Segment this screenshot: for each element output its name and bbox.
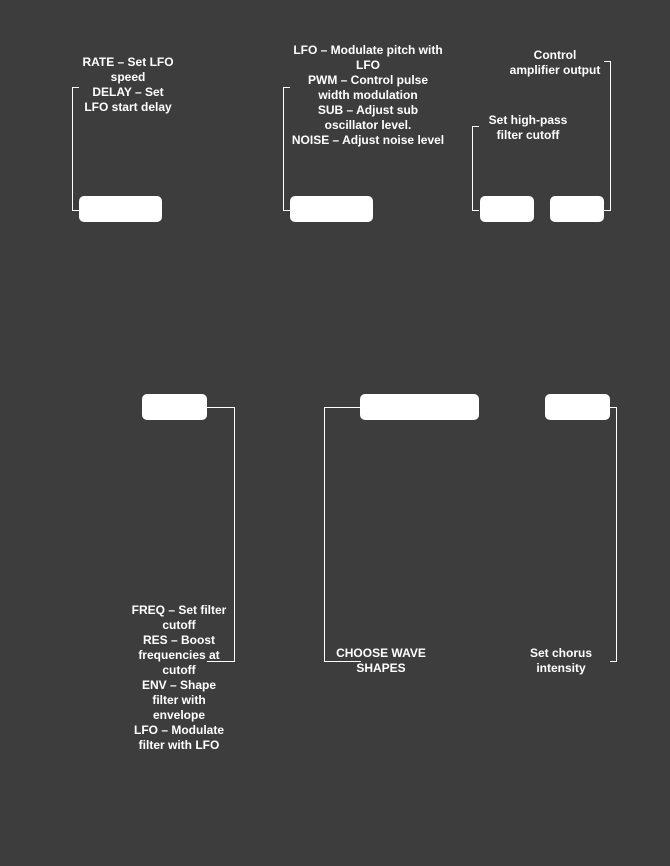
bracket-wave — [324, 407, 361, 662]
hpf-control-placeholder[interactable] — [480, 196, 534, 222]
annotation-line: RATE – Set LFO — [82, 55, 174, 69]
annotation-line: speed — [110, 70, 146, 84]
annotation-amp: Control amplifier output — [500, 48, 610, 78]
annotation-line: Set high-pass — [488, 113, 568, 127]
lfo-control-placeholder[interactable] — [79, 196, 162, 222]
annotation-line: frequencies at — [138, 648, 220, 662]
annotation-line: Set chorus — [529, 646, 592, 660]
annotation-line: Control — [533, 48, 577, 62]
annotation-line: ENV – Shape — [141, 678, 217, 692]
annotation-hpf: Set high-pass filter cutoff — [478, 113, 578, 143]
annotation-filter: FREQ – Set filter cutoff RES – Boost fre… — [123, 603, 235, 753]
annotation-line: intensity — [536, 661, 586, 675]
annotation-line: LFO – Modulate — [134, 723, 224, 737]
annotation-line: CHOOSE WAVE — [336, 646, 426, 660]
annotation-osc: LFO – Modulate pitch with LFO PWM – Cont… — [268, 43, 468, 148]
annotation-line: amplifier output — [509, 63, 601, 77]
osc-control-placeholder[interactable] — [290, 196, 373, 222]
annotation-line: FREQ – Set filter — [131, 603, 227, 617]
annotation-chorus: Set chorus intensity — [511, 646, 611, 676]
chorus-control-placeholder[interactable] — [545, 394, 610, 420]
annotation-line: PWM – Control pulse — [308, 73, 428, 87]
annotation-line: SUB – Adjust sub — [317, 103, 419, 117]
annotation-line: LFO start delay — [84, 100, 172, 114]
annotation-line: width modulation — [318, 88, 418, 102]
annotation-line: envelope — [152, 708, 206, 722]
annotation-lfo: RATE – Set LFO speed DELAY – Set LFO sta… — [72, 55, 184, 115]
annotation-line: NOISE – Adjust noise level — [291, 133, 445, 147]
annotation-line: filter cutoff — [496, 128, 560, 142]
annotation-line: filter with — [152, 693, 206, 707]
annotation-line: cutoff — [162, 663, 196, 677]
amp-control-placeholder[interactable] — [550, 196, 604, 222]
bracket-amp — [604, 61, 611, 211]
annotation-line: LFO — [356, 58, 380, 72]
wave-control-placeholder[interactable] — [360, 394, 479, 420]
filter-control-placeholder[interactable] — [142, 394, 207, 420]
annotation-line: RES – Boost — [142, 633, 215, 647]
annotation-line: oscillator level. — [324, 118, 412, 132]
annotation-line: cutoff — [162, 618, 196, 632]
annotation-line: LFO – Modulate pitch with — [293, 43, 443, 57]
annotation-line: SHAPES — [356, 661, 406, 675]
annotation-wave: CHOOSE WAVE SHAPES — [326, 646, 436, 676]
annotation-line: filter with LFO — [138, 738, 220, 752]
annotation-line: DELAY – Set — [92, 85, 164, 99]
bracket-chorus — [610, 407, 617, 662]
